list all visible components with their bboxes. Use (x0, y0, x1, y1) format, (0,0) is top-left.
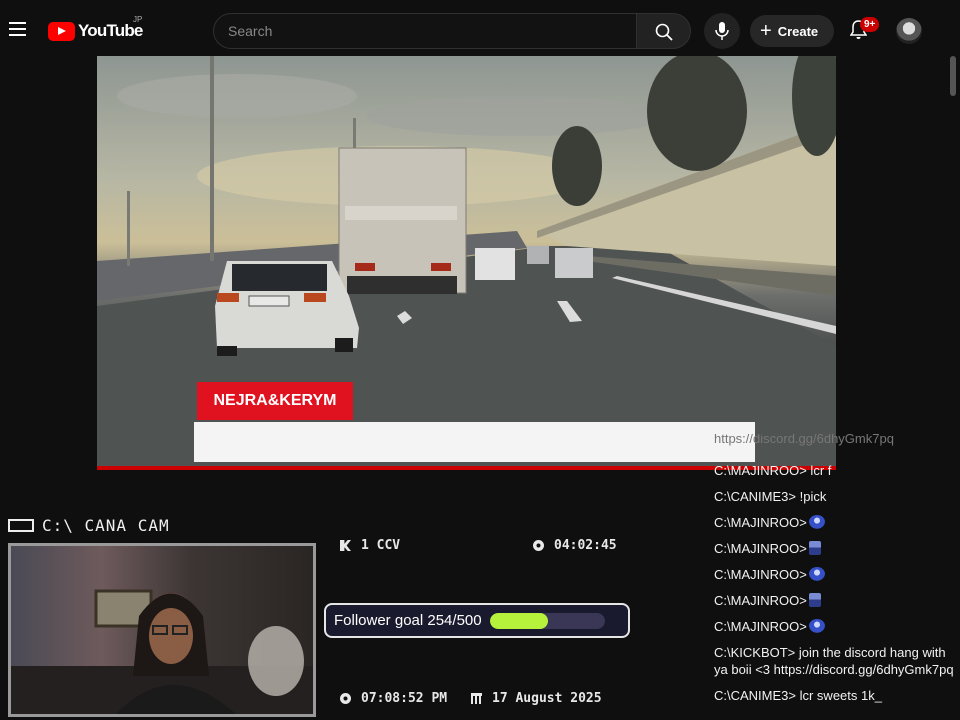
current-date: 17 August 2025 (471, 691, 602, 706)
menu-icon[interactable] (9, 22, 26, 36)
chat-message: https://discord.gg/6dhyGmk7pq (714, 434, 960, 448)
chat-message: C:\CANIME3> !pick (714, 488, 960, 505)
chat-panel: https://discord.gg/6dhyGmk7pq C:\MAJINROO… (714, 434, 960, 720)
account-avatar[interactable] (896, 18, 922, 44)
uptime-text: 04:02:45 (554, 538, 617, 553)
follower-goal-fill (489, 612, 549, 629)
clock-icon (533, 540, 544, 551)
chat-message: C:\MAJINROO> (714, 514, 960, 531)
chat-emote-icon (808, 619, 825, 633)
chat-message: C:\MAJINROO> (714, 592, 960, 609)
microphone-icon (715, 22, 729, 40)
create-button[interactable]: + Create (750, 15, 834, 47)
chat-message-text: https://discord.gg/6dhyGmk7pq (714, 434, 894, 446)
current-time: 07:08:52 PM (340, 691, 447, 706)
chat-message-text: C:\MAJINROO> lcr f (714, 463, 832, 478)
chat-message-text: C:\MAJINROO> (714, 593, 807, 608)
chat-message-text: C:\CANIME3> lcr sweets 1k_ (714, 688, 882, 703)
search-input[interactable] (214, 14, 636, 48)
region-code: JP (133, 15, 143, 24)
youtube-header: YouTube JP + Create 9+ (0, 0, 960, 56)
chat-message: C:\MAJINROO> lcr f (714, 462, 960, 479)
chat-message-text: C:\MAJINROO> (714, 541, 807, 556)
search-button[interactable] (636, 13, 691, 49)
follower-goal-widget: Follower goal 254/500 (324, 603, 630, 638)
plus-icon: + (760, 20, 772, 42)
clock-icon (340, 693, 351, 704)
chat-message-text: C:\MAJINROO> (714, 567, 807, 582)
viewer-count-text: 1 CCV (361, 538, 401, 553)
chat-emote-icon (808, 593, 821, 607)
cam-title: C:\ CANA CAM (8, 516, 170, 535)
follower-goal-track (489, 612, 605, 629)
notification-count-badge: 9+ (860, 17, 880, 32)
kick-icon (340, 540, 351, 551)
youtube-play-icon (48, 21, 75, 41)
webcam-feed (8, 543, 316, 717)
uptime: 04:02:45 (533, 538, 617, 553)
current-date-text: 17 August 2025 (492, 691, 602, 706)
chat-emote-icon (808, 515, 825, 529)
lower-third-name-tag: NEJRA&KERYM (197, 382, 353, 420)
youtube-wordmark: YouTube (78, 21, 143, 40)
search-box (213, 13, 636, 49)
current-time-text: 07:08:52 PM (361, 691, 448, 706)
chat-emote-icon (808, 541, 821, 555)
chat-message: C:\MAJINROO> (714, 618, 960, 635)
chat-message-text: C:\MAJINROO> (714, 619, 807, 634)
page-scrollbar[interactable] (950, 56, 956, 96)
webcam-streamer-image (11, 589, 313, 714)
youtube-logo[interactable]: YouTube (48, 21, 143, 41)
follower-goal-text: Follower goal 254/500 (334, 612, 482, 629)
chat-message: C:\MAJINROO> (714, 566, 960, 583)
lower-third-bar (194, 422, 755, 462)
chat-message: C:\CANIME3> lcr sweets 1k_ (714, 687, 960, 704)
search-icon (655, 23, 673, 41)
cam-title-text: C:\ CANA CAM (42, 516, 170, 535)
calendar-icon (471, 693, 482, 704)
chat-message-text: C:\MAJINROO> (714, 515, 807, 530)
create-label: Create (777, 23, 819, 39)
dos-logo-icon (8, 519, 34, 532)
viewer-count: 1 CCV (340, 538, 400, 553)
chat-message: C:\KICKBOT> join the discord hang with y… (714, 644, 960, 678)
chat-message: C:\MAJINROO> (714, 540, 960, 557)
chat-message-text: C:\KICKBOT> join the discord hang with y… (714, 645, 954, 677)
chat-message-text: C:\CANIME3> !pick (714, 489, 827, 504)
chat-emote-icon (808, 567, 825, 581)
voice-search-button[interactable] (704, 13, 740, 49)
